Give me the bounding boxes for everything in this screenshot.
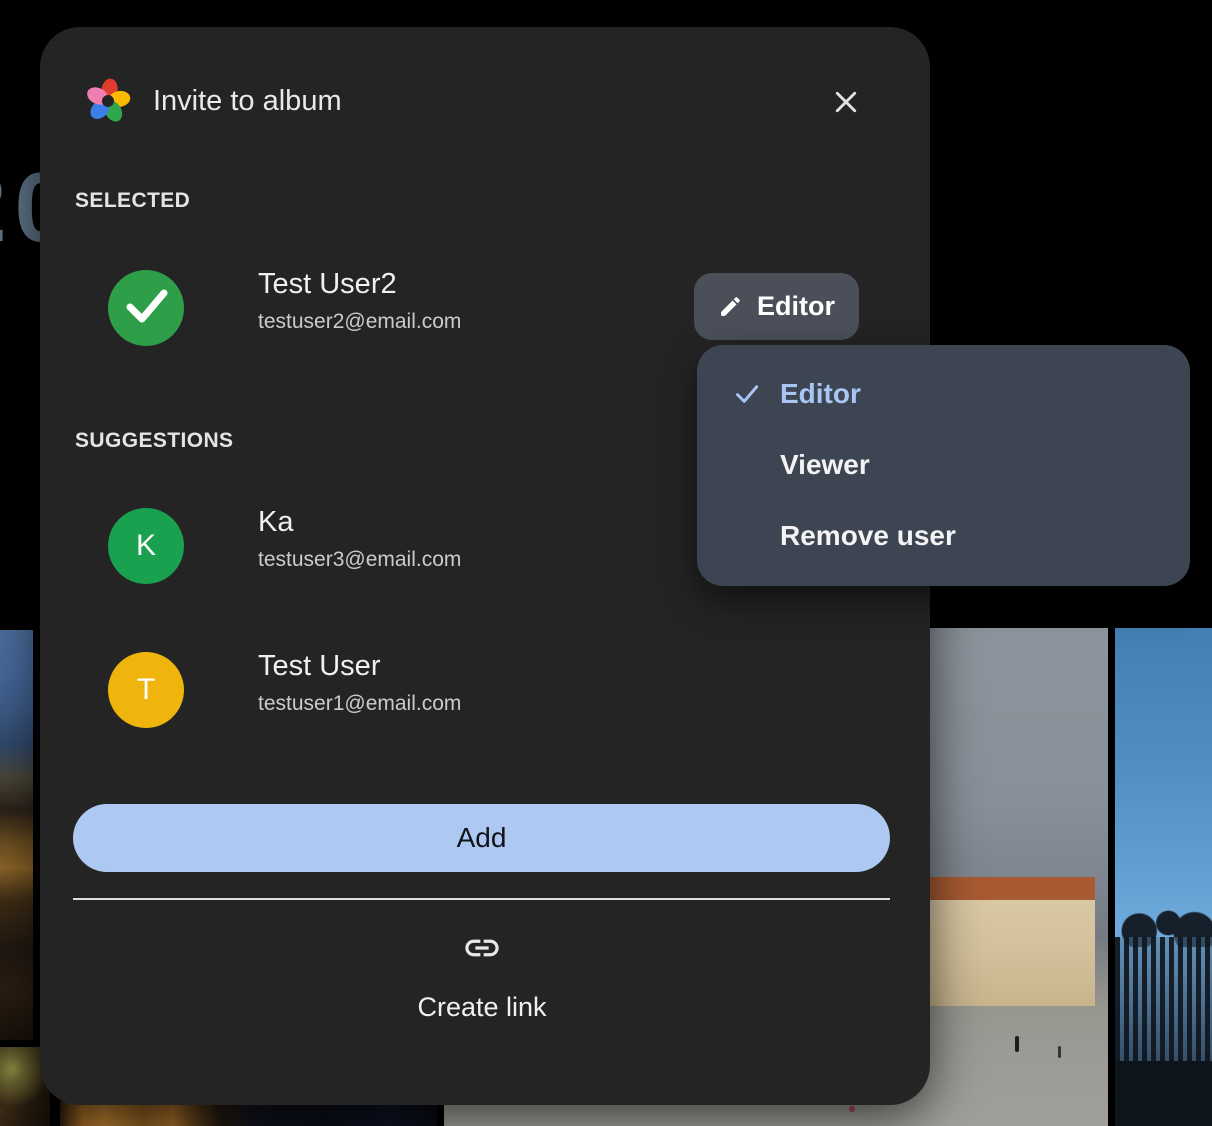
suggestion-user-avatar: T: [108, 652, 184, 728]
create-link-button[interactable]: Create link: [282, 927, 682, 1024]
person-silhouette: [1058, 1046, 1061, 1058]
dropdown-item-label: Editor: [780, 378, 861, 410]
chain-link-icon: [462, 928, 502, 968]
person-silhouette: [1015, 1036, 1019, 1052]
suggestion-user-email: testuser1@email.com: [258, 692, 461, 716]
suggestion-user-name: Ka: [258, 506, 293, 539]
create-link-label: Create link: [417, 992, 546, 1023]
role-button-label: Editor: [757, 291, 835, 322]
close-button[interactable]: [826, 83, 866, 123]
fence-grill: [1115, 937, 1212, 1066]
role-dropdown-menu: Editor Viewer Remove user: [697, 345, 1190, 586]
suggestion-user-row[interactable]: T Test User testuser1@email.com: [75, 640, 715, 740]
selected-section-header: SELECTED: [75, 189, 190, 213]
cream-building: [922, 877, 1095, 1006]
selected-user-row[interactable]: Test User2 testuser2@email.com: [75, 258, 715, 358]
screen: 20 Invite: [0, 0, 1212, 1126]
add-button[interactable]: Add: [73, 804, 890, 872]
pencil-icon: [718, 294, 743, 319]
avatar-initial: K: [136, 529, 156, 563]
immich-logo-icon: [84, 77, 132, 125]
dropdown-item-label: Viewer: [780, 449, 870, 481]
selected-user-name: Test User2: [258, 268, 397, 301]
dropdown-item-label: Remove user: [780, 520, 956, 552]
checkmark-icon: [108, 268, 184, 349]
dialog-title: Invite to album: [153, 85, 342, 117]
selected-user-email: testuser2@email.com: [258, 310, 461, 334]
dropdown-item-editor[interactable]: Editor: [697, 358, 1190, 429]
role-selector-button[interactable]: Editor: [694, 273, 859, 340]
checkmark-icon: [733, 380, 760, 407]
selected-user-avatar: [108, 270, 184, 346]
fence-base: [1115, 1061, 1212, 1126]
suggestions-section-header: SUGGESTIONS: [75, 429, 233, 453]
divider: [73, 898, 890, 900]
suggestion-user-email: testuser3@email.com: [258, 548, 461, 572]
pavement-object: [849, 1106, 855, 1112]
suggestion-user-avatar: K: [108, 508, 184, 584]
suggestion-user-row[interactable]: K Ka testuser3@email.com: [75, 496, 715, 596]
background-photo-dusk-building: [0, 630, 33, 1040]
dropdown-item-remove-user[interactable]: Remove user: [697, 500, 1190, 571]
background-photo-fence-sky: [1115, 628, 1212, 1126]
close-icon: [831, 87, 861, 120]
suggestion-user-name: Test User: [258, 650, 380, 683]
avatar-initial: T: [137, 673, 155, 707]
dropdown-item-viewer[interactable]: Viewer: [697, 429, 1190, 500]
